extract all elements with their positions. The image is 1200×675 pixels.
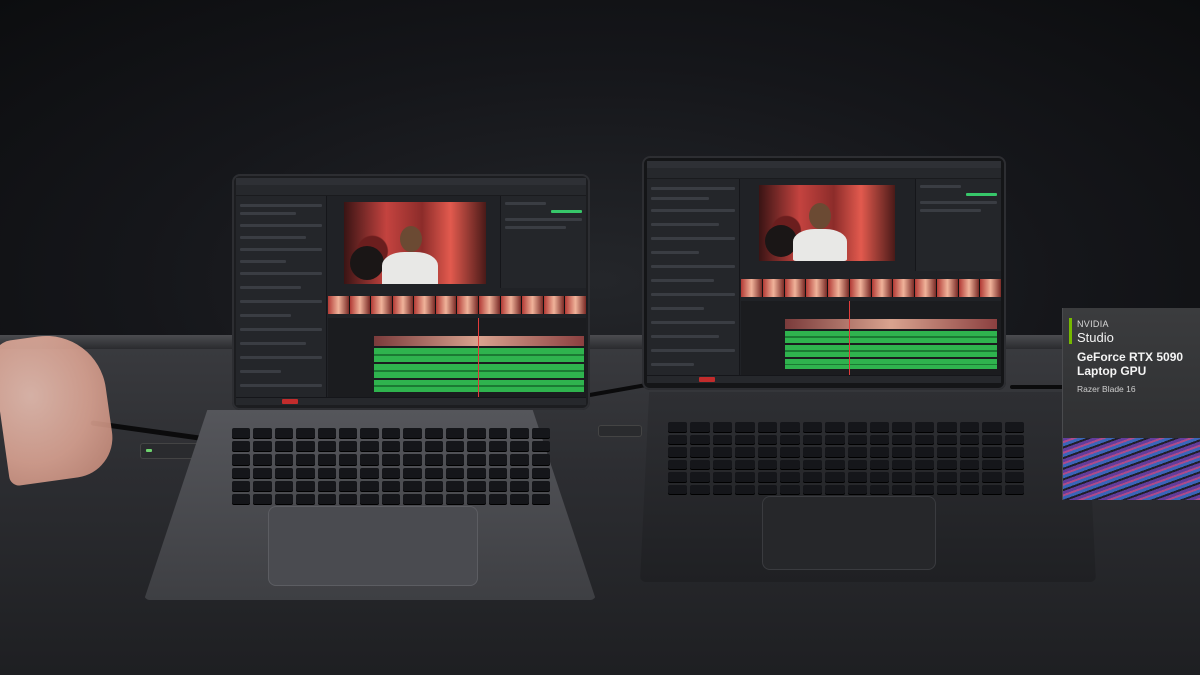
laptop-left-keyboard	[232, 428, 550, 504]
laptop-left-screen	[236, 178, 586, 405]
resolve-ui	[647, 161, 1001, 383]
audio-track	[785, 345, 997, 357]
page-bar	[236, 397, 586, 405]
video-viewer	[344, 202, 486, 284]
nvidia-studio-sign: NVIDIA Studio GeForce RTX 5090 Laptop GP…	[1062, 308, 1200, 500]
render-settings-panel	[236, 196, 327, 397]
menu-bar	[236, 178, 586, 185]
sign-product-line1: GeForce RTX 5090	[1077, 350, 1184, 364]
audio-track	[374, 364, 584, 378]
menu-bar	[647, 161, 1001, 168]
playhead	[849, 301, 850, 375]
laptop-left-trackpad	[268, 506, 478, 586]
presenter-body	[382, 252, 438, 284]
presenter-head	[809, 203, 831, 229]
video-track	[374, 336, 584, 346]
usb-dongle	[598, 425, 642, 437]
sign-sub-brand: Studio	[1077, 330, 1114, 345]
timeline	[328, 318, 586, 397]
laptop-right-trackpad	[762, 496, 936, 570]
render-queue-panel	[500, 196, 586, 288]
laptop-right-screen	[647, 161, 1001, 383]
laptop-right-keyboard	[668, 422, 1024, 494]
dongle-led-icon	[146, 449, 152, 452]
video-track	[785, 319, 997, 329]
video-viewer	[759, 185, 895, 261]
audio-track	[374, 348, 584, 362]
timeline	[741, 301, 1001, 375]
sign-product-line2: Laptop GPU	[1077, 364, 1147, 378]
audio-track	[374, 380, 584, 392]
audio-track	[785, 359, 997, 369]
chair	[350, 246, 384, 280]
cable	[1010, 385, 1070, 389]
deliver-tab	[282, 399, 298, 404]
clip-filmstrip	[328, 296, 586, 314]
render-queue-panel	[915, 179, 1001, 271]
audio-track	[785, 331, 997, 343]
presenter-head	[400, 226, 422, 252]
sign-model: Razer Blade 16	[1077, 384, 1136, 394]
resolve-ui	[236, 178, 586, 405]
sign-brand: NVIDIA	[1077, 319, 1109, 329]
table-edge	[0, 335, 1200, 349]
playhead	[478, 318, 479, 397]
toolbar	[236, 185, 586, 196]
nvidia-accent-bar-icon	[1069, 318, 1072, 344]
render-settings-panel	[647, 179, 740, 375]
photo-scene: NVIDIA Studio GeForce RTX 5090 Laptop GP…	[0, 0, 1200, 675]
sign-decorative-stripes	[1063, 438, 1200, 500]
background-wall	[0, 0, 1200, 350]
presenter-body	[793, 229, 847, 261]
clip-filmstrip	[741, 279, 1001, 297]
deliver-tab	[699, 377, 715, 382]
toolbar	[647, 168, 1001, 179]
page-bar	[647, 375, 1001, 383]
